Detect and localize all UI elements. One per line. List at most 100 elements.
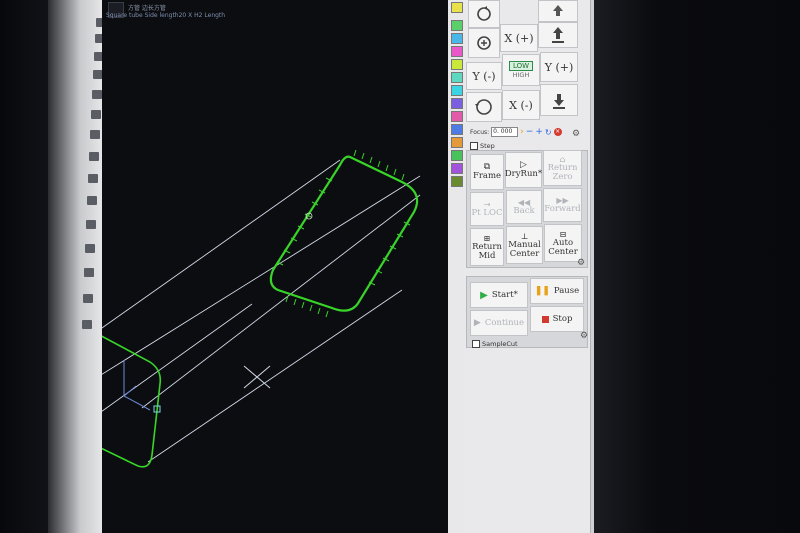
layer-swatch[interactable] bbox=[451, 150, 463, 161]
left-toolbar bbox=[48, 0, 106, 533]
auto-center-button[interactable]: ⊟ Auto Center bbox=[544, 224, 582, 262]
plus-icon[interactable]: + bbox=[535, 127, 543, 137]
y-minus-button[interactable]: Y (-) bbox=[466, 62, 502, 90]
play-icon: ▶ bbox=[480, 289, 488, 301]
monitor-bezel-right bbox=[594, 0, 800, 533]
dryrun-label: DryRun* bbox=[504, 169, 543, 179]
samplecut-checkbox[interactable]: SampleCut bbox=[472, 340, 518, 348]
layer-swatch[interactable] bbox=[451, 72, 463, 83]
tool-icon[interactable] bbox=[85, 244, 95, 253]
layer-swatch[interactable] bbox=[451, 20, 463, 31]
layer-swatch[interactable] bbox=[451, 85, 463, 96]
pause-button[interactable]: ❚❚ Pause bbox=[530, 278, 584, 304]
focus-label: Focus: bbox=[470, 128, 490, 136]
gear-icon[interactable]: ⚙ bbox=[572, 129, 580, 139]
continue-button[interactable]: ▶ Continue bbox=[470, 310, 528, 336]
gear-icon[interactable]: ⚙ bbox=[580, 331, 588, 341]
gear-icon[interactable]: ⚙ bbox=[577, 258, 585, 268]
stop-label: Stop bbox=[552, 313, 573, 324]
forward-label: Forward bbox=[544, 204, 581, 214]
layer-color-strip bbox=[448, 0, 465, 533]
back-button[interactable]: ◀◀ Back bbox=[506, 190, 542, 224]
tool-icon[interactable] bbox=[84, 268, 94, 277]
tool-icon[interactable] bbox=[88, 174, 98, 183]
return-zero-label: Return Zero bbox=[547, 162, 578, 182]
speed-low-badge: LOW bbox=[508, 61, 534, 71]
layer-swatch[interactable] bbox=[451, 137, 463, 148]
tube-end-profile-far bbox=[269, 155, 419, 312]
minus-icon[interactable]: − bbox=[526, 127, 534, 137]
tool-icon[interactable] bbox=[82, 320, 92, 329]
rotate-cw-button[interactable] bbox=[468, 0, 500, 28]
layer-swatch[interactable] bbox=[451, 163, 463, 174]
continue-label: Continue bbox=[484, 317, 525, 328]
pause-icon: ❚❚ bbox=[534, 285, 550, 296]
start-label: Start* bbox=[491, 289, 518, 300]
layer-swatch[interactable] bbox=[451, 2, 463, 13]
return-mid-label: Return Mid bbox=[472, 241, 502, 261]
rotate-icon bbox=[477, 6, 491, 21]
tool-icon[interactable] bbox=[89, 152, 99, 161]
rotate-axis-button[interactable] bbox=[466, 92, 502, 122]
pt-loc-label: Pt LOC bbox=[471, 208, 503, 218]
manual-center-label: Manual Center bbox=[508, 239, 541, 259]
rotate-icon bbox=[477, 36, 491, 50]
y-plus-button[interactable]: Y (+) bbox=[540, 52, 578, 82]
z-down-button[interactable] bbox=[540, 84, 578, 116]
return-zero-button[interactable]: ⌂ Return Zero bbox=[543, 150, 582, 186]
origin-axis-icon bbox=[123, 360, 151, 411]
focus-input[interactable]: 0. 000 bbox=[491, 127, 519, 137]
start-button[interactable]: ▶ Start* bbox=[470, 282, 528, 308]
step-label: Step bbox=[480, 142, 495, 150]
pause-label: Pause bbox=[553, 285, 580, 296]
tool-icon[interactable] bbox=[86, 220, 96, 229]
rotate-ccw-button[interactable] bbox=[468, 28, 500, 58]
pt-loc-button[interactable]: ⇥ Pt LOC bbox=[470, 192, 504, 226]
frame-label: Frame bbox=[472, 171, 502, 181]
layer-swatch[interactable] bbox=[451, 59, 463, 70]
z-up-icon bbox=[553, 5, 563, 16]
x-plus-button[interactable]: X (+) bbox=[500, 24, 538, 52]
manual-center-button[interactable]: ⊥ Manual Center bbox=[506, 226, 543, 264]
rotate-icon bbox=[475, 99, 492, 115]
layer-swatch[interactable] bbox=[451, 124, 463, 135]
z-up-fast-button[interactable] bbox=[538, 22, 578, 48]
dryrun-button[interactable]: ▷ DryRun* bbox=[505, 152, 542, 188]
speed-high-label: HIGH bbox=[512, 71, 530, 79]
layer-swatch[interactable] bbox=[451, 176, 463, 187]
y-plus-label: Y (+) bbox=[544, 60, 574, 74]
refresh-icon[interactable]: ↻ bbox=[545, 128, 552, 137]
tube-wireframe bbox=[102, 159, 421, 463]
x-minus-label: X (-) bbox=[509, 98, 533, 112]
frame-button[interactable]: ⧉ Frame bbox=[470, 154, 504, 190]
stop-button[interactable]: Stop bbox=[530, 306, 584, 332]
step-checkbox[interactable]: Step bbox=[470, 142, 495, 150]
arrow-right-icon[interactable]: › bbox=[520, 127, 524, 137]
layer-swatch[interactable] bbox=[451, 98, 463, 109]
x-minus-button[interactable]: X (-) bbox=[502, 90, 540, 120]
z-up-button[interactable] bbox=[538, 0, 578, 22]
close-icon[interactable]: × bbox=[553, 128, 562, 136]
tube-drawing bbox=[102, 149, 421, 468]
tool-icon[interactable] bbox=[90, 130, 100, 139]
y-minus-label: Y (-) bbox=[472, 69, 496, 83]
continue-icon: ▶ bbox=[473, 317, 481, 328]
tool-icon[interactable] bbox=[83, 294, 93, 303]
layer-swatch[interactable] bbox=[451, 33, 463, 44]
return-mid-button[interactable]: ⊞ Return Mid bbox=[470, 228, 504, 266]
layer-swatch[interactable] bbox=[451, 46, 463, 57]
x-plus-label: X (+) bbox=[504, 31, 534, 45]
tool-icon[interactable] bbox=[91, 110, 101, 119]
arrow-up-icon bbox=[552, 27, 564, 43]
speed-toggle[interactable]: LOW HIGH bbox=[502, 54, 540, 86]
drawing-canvas[interactable]: 方管 边长方管 Square tube Side length20 X H2 L… bbox=[102, 0, 452, 533]
center-mark bbox=[243, 365, 271, 389]
focus-row: Focus: 0. 000 › − + ↻ × bbox=[470, 127, 562, 137]
forward-button[interactable]: ▶▶ Forward bbox=[543, 188, 582, 222]
tool-icon[interactable] bbox=[87, 196, 97, 205]
tool-icon[interactable] bbox=[92, 90, 102, 99]
auto-center-label: Auto Center bbox=[548, 237, 578, 257]
layer-swatch[interactable] bbox=[451, 111, 463, 122]
back-label: Back bbox=[513, 206, 535, 216]
arrow-down-icon bbox=[553, 94, 565, 109]
